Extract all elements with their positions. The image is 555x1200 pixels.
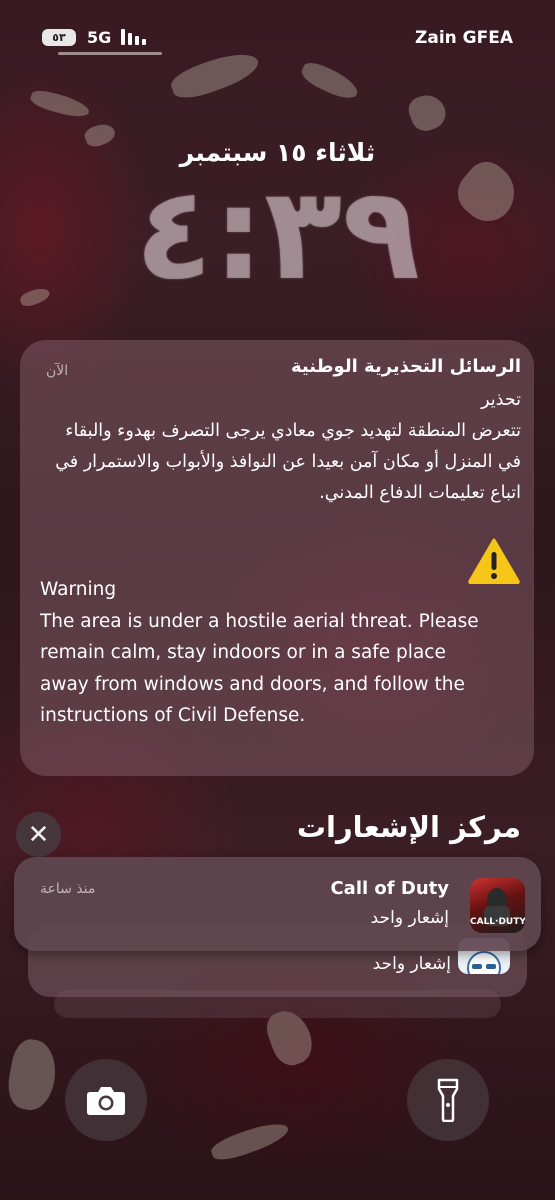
- signal-icon: [121, 29, 146, 45]
- lock-time: ٤:٣٩: [134, 160, 421, 309]
- clear-notifications-button[interactable]: ✕: [16, 812, 61, 857]
- stack-notification-body: إشعار واحد: [372, 954, 451, 974]
- camera-button[interactable]: [65, 1059, 147, 1141]
- status-bar: ٥٣ 5G Zain GFEA: [0, 0, 555, 62]
- network-type: 5G: [87, 28, 112, 47]
- alert-title: الرسائل التحذيرية الوطنية: [290, 356, 521, 377]
- flashlight-icon: [437, 1078, 459, 1122]
- camera-icon: [87, 1087, 125, 1115]
- battery-indicator: ٥٣: [42, 29, 76, 46]
- notification-time: منذ ساعة: [40, 881, 96, 897]
- flashlight-button[interactable]: [407, 1059, 489, 1141]
- status-underline: [58, 52, 162, 55]
- alert-english-heading: Warning: [40, 579, 117, 600]
- alert-time: الآن: [46, 363, 69, 379]
- notification-app-name: Call of Duty: [330, 878, 449, 899]
- notification-card[interactable]: [14, 857, 541, 951]
- carrier-name: Zain GFEA: [415, 28, 513, 48]
- call-of-duty-icon: CALL·DUTY: [470, 878, 525, 933]
- alert-arabic-body: تتعرض المنطقة لتهديد جوي معادي يرجى التص…: [55, 421, 521, 503]
- app-icon-label: CALL·DUTY: [470, 917, 525, 927]
- alert-arabic-heading: تحذير: [481, 390, 521, 410]
- notification-center-title: مركز الإشعارات: [296, 810, 521, 844]
- alert-arabic-text: تحذير تتعرض المنطقة لتهديد جوي معادي يرج…: [41, 385, 521, 509]
- alert-english-body: The area is under a hostile aerial threa…: [40, 610, 479, 727]
- notification-body: إشعار واحد: [370, 908, 449, 928]
- alert-english-text: Warning The area is under a hostile aeri…: [40, 574, 480, 732]
